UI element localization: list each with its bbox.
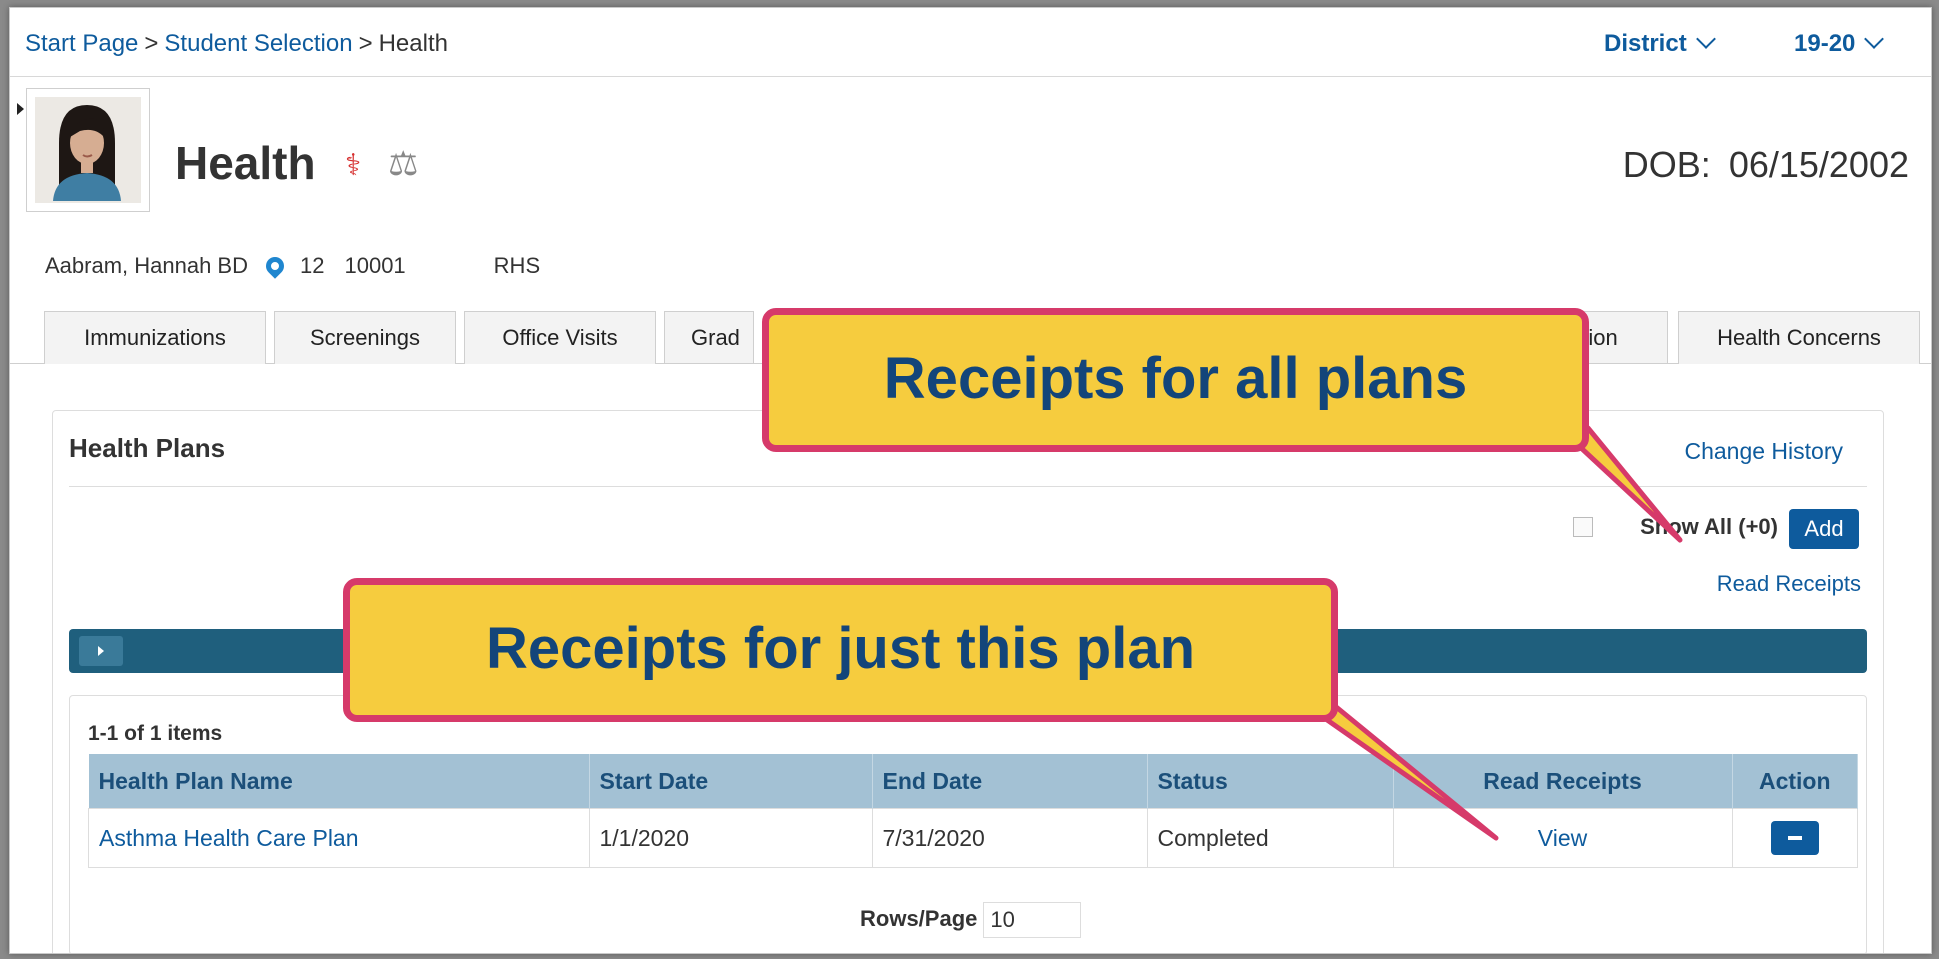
breadcrumb-current: Health bbox=[378, 30, 448, 57]
tab-grad[interactable]: Grad bbox=[664, 311, 754, 363]
column-header-status[interactable]: Status bbox=[1147, 754, 1394, 809]
tab-immunizations[interactable]: Immunizations bbox=[44, 311, 266, 364]
student-school: RHS bbox=[493, 253, 541, 278]
student-name: Aabram, Hannah BD bbox=[45, 253, 248, 278]
student-id: 10001 bbox=[344, 253, 406, 278]
breadcrumb-separator: > bbox=[144, 30, 159, 57]
show-all-label: Show All (+0) bbox=[1640, 514, 1778, 539]
panel-divider bbox=[69, 486, 1867, 487]
breadcrumb: Start Page > Student Selection > Health bbox=[25, 30, 448, 58]
date-of-birth: DOB: 06/15/2002 bbox=[1623, 144, 1909, 186]
expand-arrow-icon[interactable] bbox=[79, 636, 123, 666]
plan-name-link[interactable]: Asthma Health Care Plan bbox=[99, 825, 359, 851]
cell-action bbox=[1731, 808, 1858, 868]
column-header-read-receipts: Read Receipts bbox=[1393, 754, 1733, 809]
column-header-end-date[interactable]: End Date bbox=[872, 754, 1148, 809]
read-receipts-link[interactable]: Read Receipts bbox=[1717, 571, 1861, 597]
tab-office-visits[interactable]: Office Visits bbox=[464, 311, 656, 364]
year-label: 19-20 bbox=[1794, 30, 1856, 57]
rows-per-page: Rows/Page 10 bbox=[860, 902, 1082, 938]
location-pin-icon[interactable] bbox=[262, 253, 288, 279]
show-all-checkbox[interactable] bbox=[1573, 517, 1593, 537]
tab-health-concerns[interactable]: Health Concerns bbox=[1678, 311, 1920, 364]
cell-start-date: 1/1/2020 bbox=[588, 808, 873, 868]
column-header-plan-name[interactable]: Health Plan Name bbox=[88, 754, 590, 809]
plans-table: Health Plan Name Start Date End Date Sta… bbox=[88, 754, 1858, 868]
district-selector[interactable]: District bbox=[1604, 29, 1716, 58]
dob-value: 06/15/2002 bbox=[1728, 144, 1909, 185]
cell-status: Completed bbox=[1146, 808, 1394, 868]
year-selector[interactable]: 19-20 bbox=[1794, 29, 1885, 58]
district-label: District bbox=[1604, 30, 1687, 57]
medical-alert-icon[interactable]: ⚕ bbox=[345, 148, 361, 183]
change-history-link[interactable]: Change History bbox=[1684, 438, 1843, 465]
page-title: Health bbox=[175, 137, 316, 189]
breadcrumb-start-page[interactable]: Start Page bbox=[25, 30, 138, 57]
dob-label: DOB: bbox=[1622, 144, 1711, 185]
column-header-action: Action bbox=[1732, 754, 1858, 809]
cell-read-receipts: View bbox=[1392, 808, 1733, 868]
add-button[interactable]: Add bbox=[1789, 509, 1859, 549]
student-avatar-image bbox=[35, 97, 139, 201]
tab-screenings[interactable]: Screenings bbox=[274, 311, 456, 364]
view-receipts-link[interactable]: View bbox=[1538, 825, 1587, 851]
expand-arrow-icon[interactable] bbox=[17, 103, 24, 115]
table-row: Asthma Health Care Plan 1/1/2020 7/31/20… bbox=[88, 808, 1858, 868]
chevron-down-icon bbox=[1864, 29, 1885, 49]
column-header-start-date[interactable]: Start Date bbox=[589, 754, 873, 809]
chevron-down-icon bbox=[1695, 29, 1716, 49]
cell-end-date: 7/31/2020 bbox=[871, 808, 1148, 868]
student-photo bbox=[26, 88, 150, 212]
panel-title: Health Plans bbox=[69, 433, 226, 463]
student-info: Aabram, Hannah BD 12 10001 RHS bbox=[45, 253, 540, 279]
table-header-row: Health Plan Name Start Date End Date Sta… bbox=[88, 754, 1858, 809]
item-count: 1-1 of 1 items bbox=[88, 722, 223, 745]
breadcrumb-student-selection[interactable]: Student Selection bbox=[164, 30, 352, 57]
app-window: Start Page > Student Selection > Health Dist… bbox=[9, 7, 1932, 954]
callout-this-plan: Receipts for just this plan bbox=[343, 578, 1338, 722]
cell-plan-name: Asthma Health Care Plan bbox=[88, 808, 590, 868]
legal-scale-icon[interactable]: ⚖ bbox=[388, 144, 418, 184]
rows-per-page-label: Rows/Page bbox=[860, 905, 978, 931]
breadcrumb-separator: > bbox=[358, 30, 373, 57]
student-grade: 12 bbox=[300, 253, 325, 278]
plans-grid: 1-1 of 1 items Health Plan Name Start Da… bbox=[69, 695, 1867, 953]
remove-button[interactable] bbox=[1770, 821, 1819, 855]
callout-all-plans: Receipts for all plans bbox=[762, 308, 1589, 452]
top-bar: Start Page > Student Selection > Health Dist… bbox=[10, 8, 1931, 77]
rows-per-page-input[interactable]: 10 bbox=[983, 902, 1082, 938]
